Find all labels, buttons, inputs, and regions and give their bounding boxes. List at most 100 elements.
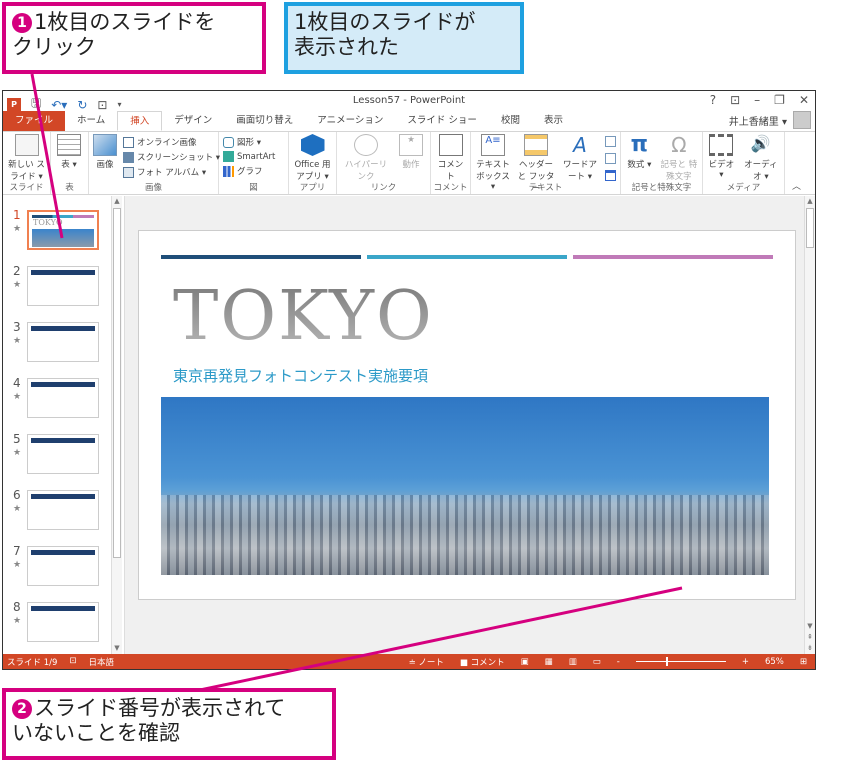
slide-thumbnail-item[interactable]: 4 ★ [9,376,109,421]
slide-number-icon[interactable] [605,153,616,164]
slide-scrollbar[interactable]: ▲ ▼ ⇞ ⇟ [804,196,815,654]
slide-canvas[interactable]: TOKYO 東京再発見フォトコンテスト実施要項 [138,230,796,600]
thumbnail-scroll-thumb[interactable] [113,208,121,558]
zoom-out-button[interactable]: - [617,657,620,667]
thumbnail-scroll-down-icon[interactable]: ▼ [112,643,122,654]
thumbnail-scroll-up-icon[interactable]: ▲ [112,196,122,207]
powerpoint-window: P 🖫 ↶▾ ↻ ⊡ ▾ Lesson57 - PowerPoint ? ⊡ –… [2,90,816,670]
transition-star-icon: ★ [13,448,22,458]
object-icon[interactable] [605,170,616,181]
slideshow-view-icon[interactable]: ▭ [593,657,601,667]
close-button[interactable]: ✕ [799,93,809,107]
comment-label: コメント [437,160,464,182]
user-name[interactable]: 井上香緒里 ▾ [729,113,787,128]
slide-thumbnail-item[interactable]: 2 ★ [9,264,109,309]
zoom-in-button[interactable]: + [742,657,749,667]
tokyo-skyline-photo[interactable] [161,397,769,575]
window-controls: ? ⊡ – ❐ ✕ [710,93,809,107]
callout-info-line1: 1枚目のスライドが [294,10,476,34]
shapes-label: 図形 ▾ [237,138,261,148]
collapse-ribbon-icon[interactable]: ︿ [792,179,801,192]
normal-view-icon[interactable]: ▣ [521,657,529,667]
slide-thumbnail[interactable]: TOKYO [27,210,99,250]
slide-thumbnail[interactable] [27,490,99,530]
language-indicator[interactable]: 日本語 [89,656,115,668]
slide-thumbnail-item[interactable]: 1 ★ TOKYO [9,208,109,253]
tab-transitions[interactable]: 画面切り替え [224,111,305,131]
transition-star-icon: ★ [13,616,22,626]
screenshot-button[interactable]: スクリーンショット ▾ [123,151,220,163]
group-label-media: メディア [726,183,761,193]
transition-star-icon: ★ [13,336,22,346]
slide-thumbnail[interactable] [27,602,99,642]
step-number-1: 1 [12,13,32,33]
zoom-level[interactable]: 65% [765,657,784,667]
tab-file[interactable]: ファイル [3,111,66,131]
group-table: 表 ▾ 表 [51,132,89,194]
tab-animations[interactable]: アニメーション [305,111,395,131]
group-label-images: 画像 [144,183,162,193]
slide-thumbnail[interactable] [27,378,99,418]
city-skyline [161,494,769,575]
tab-design[interactable]: デザイン [162,111,224,131]
date-time-icon[interactable] [605,136,616,147]
ribbon-tabs: ファイル ホーム 挿入 デザイン 画面切り替え アニメーション スライド ショー… [3,111,815,131]
user-account[interactable]: 井上香緒里 ▾ [729,111,811,129]
restore-button[interactable]: ❐ [774,93,785,107]
next-slide-icon[interactable]: ⇟ [805,643,815,654]
slide-thumbnail-item[interactable]: 5 ★ [9,432,109,477]
tab-slideshow[interactable]: スライド ショー [395,111,489,131]
thumbnail-number: 5 [13,432,21,446]
slide-thumbnail[interactable] [27,322,99,362]
tab-view[interactable]: 表示 [532,111,575,131]
slide-thumbnail-item[interactable]: 7 ★ [9,544,109,589]
zoom-slider[interactable] [635,657,726,666]
slide-subtitle[interactable]: 東京再発見フォトコンテスト実施要項 [173,365,428,386]
transition-star-icon: ★ [13,392,22,402]
action-star-icon: ★ [399,134,423,156]
slide-thumbnail-item[interactable]: 8 ★ [9,600,109,645]
slide-bar-1 [161,255,361,259]
slide-thumbnail-item[interactable]: 6 ★ [9,488,109,533]
slide-scroll-down-icon[interactable]: ▼ [805,621,815,632]
group-label-illustrations: 図 [249,183,258,193]
slide-title[interactable]: TOKYO [173,277,434,356]
slide-bar-2 [367,255,567,259]
online-pictures-button[interactable]: オンライン画像 [123,136,220,148]
fit-to-window-icon[interactable]: ⊞ [800,657,807,667]
slide-thumbnail[interactable] [27,266,99,306]
ribbon-display-options-button[interactable]: ⊡ [730,93,740,107]
slide-thumbnail[interactable] [27,546,99,586]
chart-label: グラフ [237,167,263,177]
slide-sorter-view-icon[interactable]: ▦ [545,657,553,667]
spellcheck-icon[interactable]: ⊡ [69,656,76,668]
notes-button[interactable]: ≐ ノート [409,656,444,668]
comments-button[interactable]: ■ コメント [460,656,505,668]
slide-scroll-up-icon[interactable]: ▲ [805,196,815,207]
tab-review[interactable]: 校閲 [489,111,532,131]
smartart-button[interactable]: SmartArt [223,151,275,162]
group-label-apps: アプリ [299,183,326,193]
tab-insert[interactable]: 挿入 [117,111,163,131]
slide-thumbnail-item[interactable]: 3 ★ [9,320,109,365]
slide-scroll-thumb[interactable] [806,208,814,248]
tab-home[interactable]: ホーム [65,111,117,131]
thumbnail-number: 3 [13,320,21,334]
slide-thumbnail[interactable] [27,434,99,474]
group-label-table: 表 [65,183,74,193]
thumbnail-scrollbar[interactable]: ▲ ▼ [111,196,122,654]
user-avatar[interactable] [793,111,811,129]
shapes-icon [223,136,234,148]
picture-icon [93,134,117,156]
callout-step1-line2: クリック [12,35,96,59]
previous-slide-icon[interactable]: ⇞ [805,632,815,643]
shapes-button[interactable]: 図形 ▾ [223,136,275,148]
photo-album-button[interactable]: フォト アルバム ▾ [123,166,220,178]
photo-album-icon [123,166,134,178]
reading-view-icon[interactable]: ▥ [569,657,577,667]
minimize-button[interactable]: – [754,93,760,107]
window-title: Lesson57 - PowerPoint [352,95,466,106]
status-bar: スライド 1/9 ⊡ 日本語 ≐ ノート ■ コメント ▣ ▦ ▥ ▭ - + … [3,654,815,669]
chart-button[interactable]: グラフ [223,165,275,177]
help-button[interactable]: ? [710,93,716,107]
